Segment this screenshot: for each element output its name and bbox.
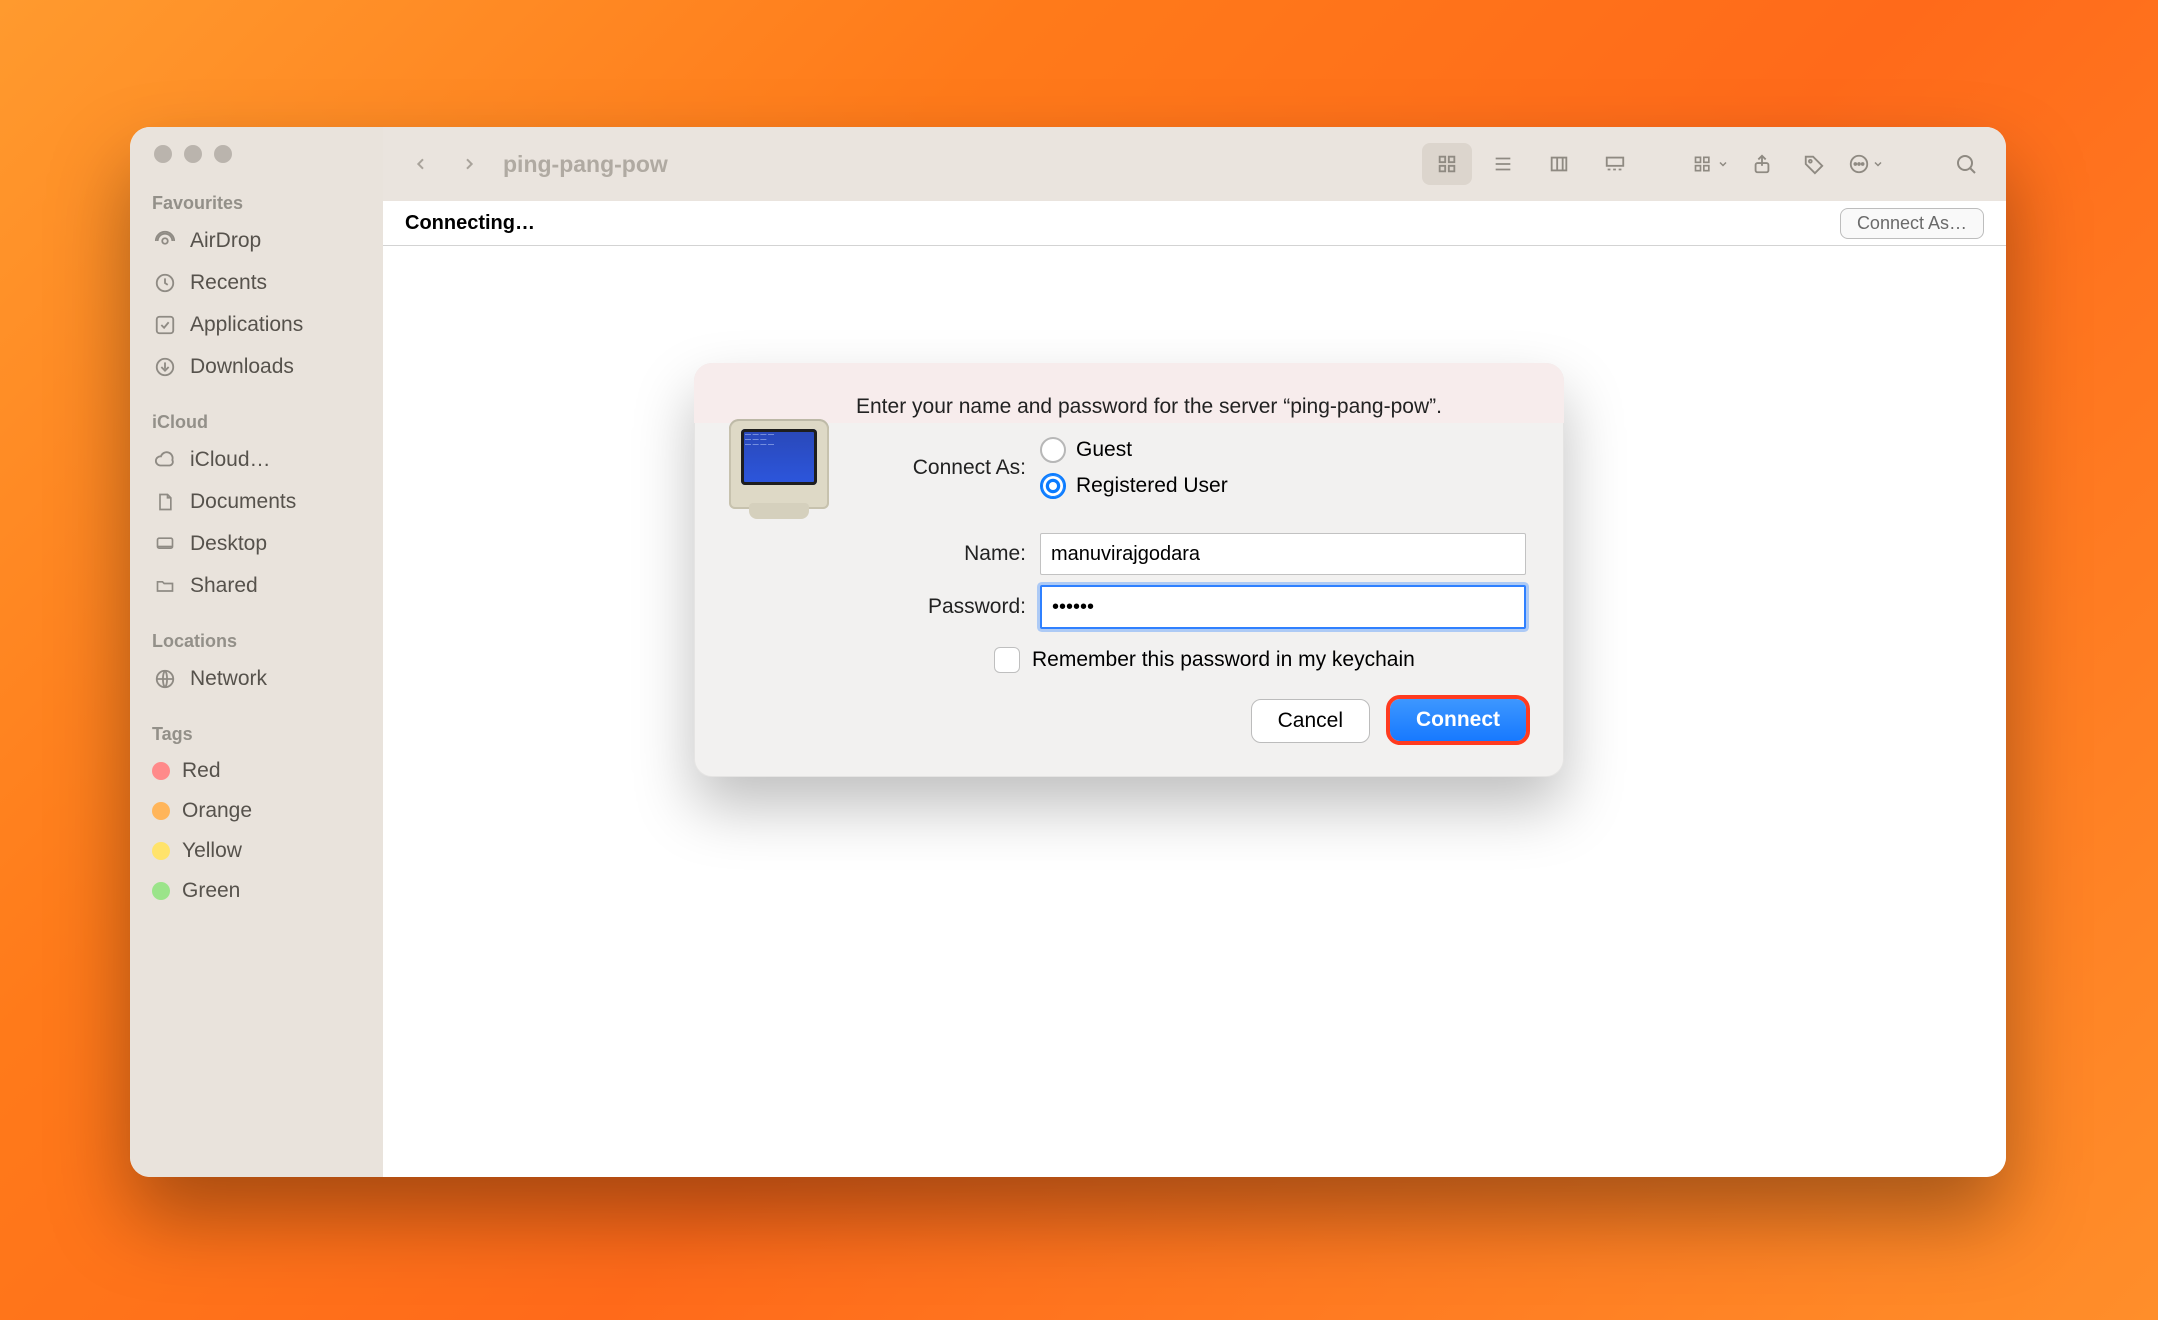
radio-label: Registered User — [1076, 474, 1228, 498]
sidebar-tag-orange[interactable]: Orange — [130, 791, 383, 831]
tag-dot-icon — [152, 802, 170, 820]
window-controls — [130, 145, 383, 163]
sidebar-item-label: Green — [182, 879, 240, 903]
share-button[interactable] — [1740, 143, 1784, 185]
folder-title: ping-pang-pow — [503, 151, 668, 178]
radio-icon — [1040, 437, 1066, 463]
sidebar-item-label: Recents — [190, 271, 267, 295]
close-window-icon[interactable] — [154, 145, 172, 163]
sidebar-item-label: Desktop — [190, 532, 267, 556]
sidebar-item-icloud-drive[interactable]: iCloud… — [130, 439, 383, 481]
sidebar-item-airdrop[interactable]: AirDrop — [130, 220, 383, 262]
search-button[interactable] — [1944, 143, 1988, 185]
server-computer-icon: — — — —— — —— — — — — [724, 399, 834, 509]
document-icon — [152, 489, 178, 515]
zoom-window-icon[interactable] — [214, 145, 232, 163]
connect-as-registered-option[interactable]: Registered User — [1040, 473, 1228, 499]
tag-dot-icon — [152, 882, 170, 900]
back-button[interactable] — [401, 144, 441, 184]
sidebar-item-label: Orange — [182, 799, 252, 823]
checkbox-icon — [994, 647, 1020, 673]
sidebar-item-network[interactable]: Network — [130, 658, 383, 700]
tag-dot-icon — [152, 842, 170, 860]
name-input[interactable] — [1040, 533, 1526, 575]
connect-as-label: Connect As: — [856, 456, 1040, 480]
connection-status-text: Connecting… — [405, 212, 535, 235]
sidebar-tag-yellow[interactable]: Yellow — [130, 831, 383, 871]
sidebar-section-favourites: Favourites — [130, 189, 383, 220]
radio-label: Guest — [1076, 438, 1132, 462]
sidebar-item-label: Network — [190, 667, 267, 691]
status-bar: Connecting… Connect As… — [383, 201, 2006, 246]
desktop-icon — [152, 531, 178, 557]
applications-icon — [152, 312, 178, 338]
airdrop-icon — [152, 228, 178, 254]
download-icon — [152, 354, 178, 380]
sidebar-item-label: Shared — [190, 574, 258, 598]
column-view-button[interactable] — [1534, 143, 1584, 185]
tags-button[interactable] — [1792, 143, 1836, 185]
cancel-button[interactable]: Cancel — [1251, 699, 1370, 743]
sidebar-item-recents[interactable]: Recents — [130, 262, 383, 304]
sidebar-item-label: iCloud… — [190, 448, 271, 472]
sidebar: Favourites AirDrop Recents Applications — [130, 127, 383, 1177]
connect-button[interactable]: Connect — [1390, 699, 1526, 741]
action-menu-button[interactable] — [1844, 143, 1888, 185]
remember-keychain-option[interactable]: Remember this password in my keychain — [994, 647, 1526, 673]
tag-dot-icon — [152, 762, 170, 780]
view-mode-group — [1420, 141, 1642, 187]
minimize-window-icon[interactable] — [184, 145, 202, 163]
sidebar-tag-red[interactable]: Red — [130, 751, 383, 791]
password-label: Password: — [856, 595, 1040, 619]
sidebar-item-label: Downloads — [190, 355, 294, 379]
dialog-message: Enter your name and password for the ser… — [856, 393, 1526, 421]
clock-icon — [152, 270, 178, 296]
gallery-view-button[interactable] — [1590, 143, 1640, 185]
list-view-button[interactable] — [1478, 143, 1528, 185]
sidebar-item-shared[interactable]: Shared — [130, 565, 383, 607]
checkbox-label: Remember this password in my keychain — [1032, 648, 1415, 672]
sidebar-item-label: Documents — [190, 490, 296, 514]
sidebar-tag-green[interactable]: Green — [130, 871, 383, 911]
sidebar-item-label: Applications — [190, 313, 303, 337]
icon-view-button[interactable] — [1422, 143, 1472, 185]
sidebar-item-label: AirDrop — [190, 229, 261, 253]
connect-as-button[interactable]: Connect As… — [1840, 208, 1984, 239]
sidebar-section-icloud: iCloud — [130, 408, 383, 439]
name-label: Name: — [856, 542, 1040, 566]
finder-window: Favourites AirDrop Recents Applications — [130, 127, 2006, 1177]
sidebar-item-label: Yellow — [182, 839, 242, 863]
shared-folder-icon — [152, 573, 178, 599]
forward-button[interactable] — [449, 144, 489, 184]
sidebar-item-documents[interactable]: Documents — [130, 481, 383, 523]
sidebar-item-label: Red — [182, 759, 221, 783]
toolbar: ping-pang-pow — [383, 127, 2006, 201]
group-by-button[interactable] — [1688, 143, 1732, 185]
sidebar-section-locations: Locations — [130, 627, 383, 658]
cloud-icon — [152, 447, 178, 473]
network-icon — [152, 666, 178, 692]
password-input[interactable] — [1040, 585, 1526, 629]
server-auth-dialog: — — — —— — —— — — — Enter your name and … — [694, 363, 1564, 777]
sidebar-item-applications[interactable]: Applications — [130, 304, 383, 346]
connect-as-guest-option[interactable]: Guest — [1040, 437, 1228, 463]
sidebar-section-tags: Tags — [130, 720, 383, 751]
sidebar-item-desktop[interactable]: Desktop — [130, 523, 383, 565]
radio-icon — [1040, 473, 1066, 499]
sidebar-item-downloads[interactable]: Downloads — [130, 346, 383, 388]
